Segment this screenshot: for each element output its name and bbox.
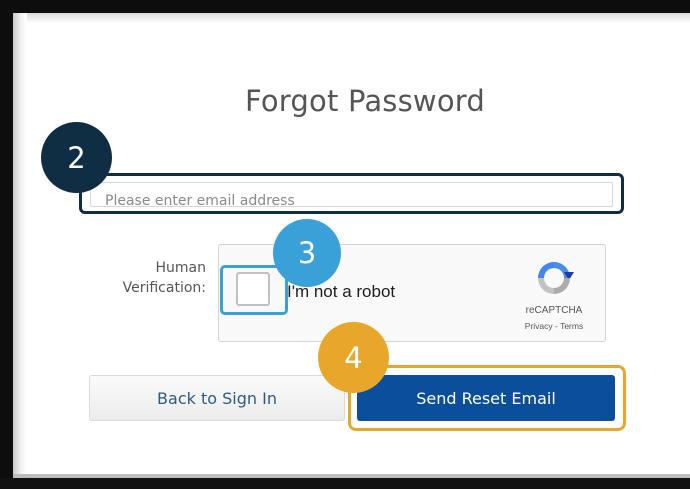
frame-shadow-left — [13, 13, 27, 474]
human-verification-label: Human Verification: — [122, 260, 206, 296]
callout-badge-4: 4 — [318, 322, 389, 393]
window-frame-bottom — [0, 478, 690, 489]
frame-shadow-top — [13, 13, 690, 23]
recaptcha-brand: reCAPTCHA — [525, 305, 583, 316]
window-frame-top — [0, 0, 690, 13]
window-frame-left — [0, 0, 13, 489]
recaptcha-logo-icon — [538, 262, 574, 294]
callout-badge-2: 2 — [41, 122, 112, 193]
recaptcha-privacy-terms[interactable]: Privacy - Terms — [514, 321, 594, 331]
page-title: Forgot Password — [245, 84, 485, 118]
back-to-sign-in-button[interactable]: Back to Sign In — [89, 375, 345, 421]
send-reset-email-button[interactable]: Send Reset Email — [357, 375, 615, 421]
captcha-checkbox[interactable] — [236, 272, 270, 306]
email-field-highlight — [79, 173, 624, 218]
email-field[interactable] — [105, 183, 605, 218]
email-field-border — [90, 182, 613, 218]
callout-badge-3: 3 — [273, 219, 341, 287]
